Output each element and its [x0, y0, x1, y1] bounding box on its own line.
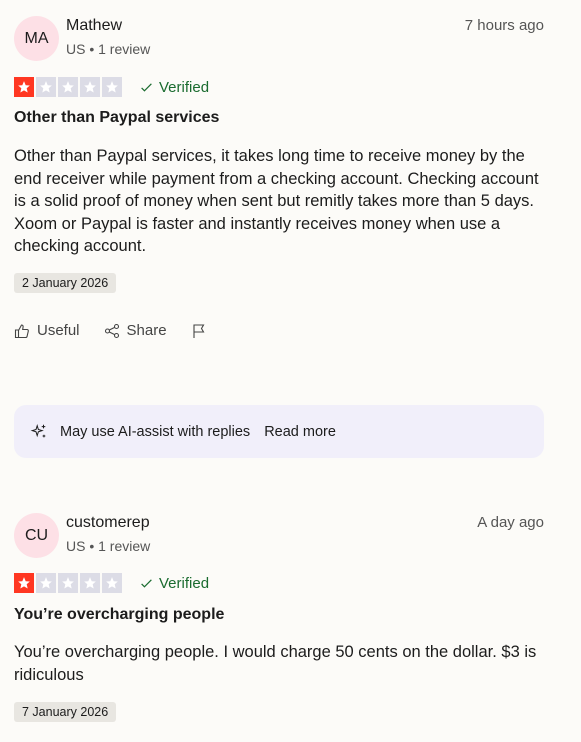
- review-actions: Useful Share: [14, 322, 238, 339]
- star-rating: [14, 573, 122, 593]
- sparkle-icon: [30, 423, 46, 437]
- rating-row: Verified: [14, 573, 209, 593]
- check-icon: [141, 82, 152, 92]
- read-more-link[interactable]: Read more: [264, 424, 336, 440]
- review-body: You’re overcharging people. I would char…: [14, 643, 537, 684]
- useful-label: Useful: [37, 322, 80, 339]
- reviewer-name[interactable]: Mathew: [66, 17, 122, 35]
- thumbs-up-icon: [14, 323, 29, 338]
- review-card: MA Mathew US • 1 review 7 hours ago Veri…: [14, 14, 544, 339]
- share-button[interactable]: Share: [104, 322, 167, 339]
- review-title[interactable]: Other than Paypal services: [14, 109, 219, 127]
- review-date: 7 January 2026: [14, 702, 117, 722]
- review-card: CU customerep US • 1 review A day ago Ve…: [14, 511, 544, 722]
- star-icon: [36, 77, 56, 97]
- ai-assist-notice: May use AI-assist with replies Read more: [14, 405, 544, 458]
- star-icon: [14, 573, 34, 593]
- verified-label: Verified: [159, 78, 210, 96]
- verified-badge[interactable]: Verified: [140, 575, 209, 592]
- review-header: CU customerep US • 1 review A day ago: [14, 511, 544, 561]
- review-time: A day ago: [477, 514, 544, 531]
- review-title[interactable]: You’re overcharging people: [14, 606, 224, 624]
- flag-icon: [193, 323, 205, 338]
- star-icon: [14, 77, 34, 97]
- rating-row: Verified: [14, 77, 209, 97]
- star-icon: [58, 77, 78, 97]
- reviewer-meta: US • 1 review: [66, 41, 151, 57]
- avatar[interactable]: MA: [14, 16, 59, 61]
- star-rating: [14, 77, 122, 97]
- verified-badge[interactable]: Verified: [140, 79, 209, 96]
- reviewer-name[interactable]: customerep: [66, 514, 150, 532]
- review-body: Other than Paypal services, it takes lon…: [14, 147, 539, 255]
- check-icon: [141, 578, 152, 588]
- star-icon: [80, 573, 100, 593]
- review-header: MA Mathew US • 1 review 7 hours ago: [14, 14, 544, 64]
- useful-button[interactable]: Useful: [14, 322, 80, 339]
- reviewer-meta: US • 1 review: [66, 538, 151, 554]
- star-icon: [80, 77, 100, 97]
- star-icon: [102, 573, 122, 593]
- review-date: 2 January 2026: [14, 273, 117, 293]
- ai-notice-text: May use AI-assist with replies: [60, 423, 251, 440]
- star-icon: [102, 77, 122, 97]
- verified-label: Verified: [159, 574, 210, 592]
- star-icon: [58, 573, 78, 593]
- review-time: 7 hours ago: [464, 17, 544, 34]
- share-label: Share: [126, 322, 167, 339]
- star-icon: [36, 573, 56, 593]
- report-button[interactable]: [191, 323, 214, 339]
- share-icon: [104, 323, 119, 338]
- avatar[interactable]: CU: [14, 513, 59, 558]
